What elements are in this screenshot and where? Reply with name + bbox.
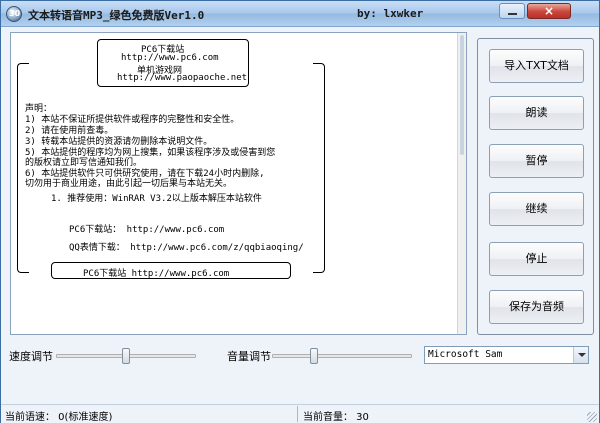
resize-grip-icon[interactable] — [587, 412, 597, 422]
text-vertical-scrollbar[interactable] — [457, 33, 466, 334]
read-button[interactable]: 朗读 — [489, 96, 584, 130]
header-line: http://www.pc6.com — [121, 53, 219, 63]
speed-label: 速度调节 — [9, 350, 53, 363]
status-divider — [297, 406, 298, 422]
volume-label: 音量调节 — [227, 350, 271, 363]
main-window: 30 文本转语音MP3_绿色免费版Ver1.0 by: lxwker × PC6… — [0, 0, 600, 423]
import-txt-button[interactable]: 导入TXT文档 — [489, 49, 584, 83]
text-content-area[interactable]: PC6下载站 http://www.pc6.com 单机游戏网 http://w… — [10, 32, 467, 335]
close-button[interactable]: × — [527, 3, 571, 19]
voice-select[interactable]: Microsoft Sam — [424, 346, 589, 364]
status-bar: 当前语速： 0(标准速度) 当前音量： 30 — [1, 404, 599, 423]
footer-line: PC6下载站 http://www.pc6.com — [83, 269, 230, 279]
chevron-down-icon[interactable] — [573, 347, 588, 363]
voice-select-value: Microsoft Sam — [428, 349, 503, 360]
resume-button[interactable]: 继续 — [489, 192, 584, 226]
save-audio-button[interactable]: 保存为音频 — [489, 290, 584, 324]
app-icon: 30 — [6, 6, 22, 22]
minimize-button[interactable] — [499, 3, 525, 19]
header-line: http://www.paopaoche.net — [117, 73, 248, 83]
stop-button[interactable]: 停止 — [489, 242, 584, 276]
title-bar[interactable]: 30 文本转语音MP3_绿色免费版Ver1.0 by: lxwker × — [1, 1, 599, 27]
volume-slider-track[interactable] — [272, 354, 412, 358]
frame-right-bracket — [313, 63, 325, 273]
speed-slider-thumb[interactable] — [122, 348, 130, 364]
site-line: PC6下载站： http://www.pc6.com — [69, 225, 225, 235]
window-author: by: lxwker — [357, 7, 424, 20]
status-speed: 当前语速： 0(标准速度) — [5, 412, 113, 423]
status-volume: 当前音量： 30 — [303, 412, 369, 423]
qq-line: QQ表情下载： http://www.pc6.com/z/qqbiaoqing/ — [69, 243, 304, 253]
window-title: 文本转语音MP3_绿色免费版Ver1.0 — [28, 9, 205, 22]
statement-line: 切勿用于商业用途，由此引起一切后果与本站无关。 — [25, 179, 233, 189]
recommend-line: 1. 推荐使用：WinRAR V3.2以上版本解压本站软件 — [51, 194, 262, 204]
action-button-panel: 导入TXT文档 朗读 暂停 继续 停止 保存为音频 — [477, 38, 594, 335]
volume-slider-thumb[interactable] — [310, 348, 318, 364]
pause-button[interactable]: 暂停 — [489, 144, 584, 178]
